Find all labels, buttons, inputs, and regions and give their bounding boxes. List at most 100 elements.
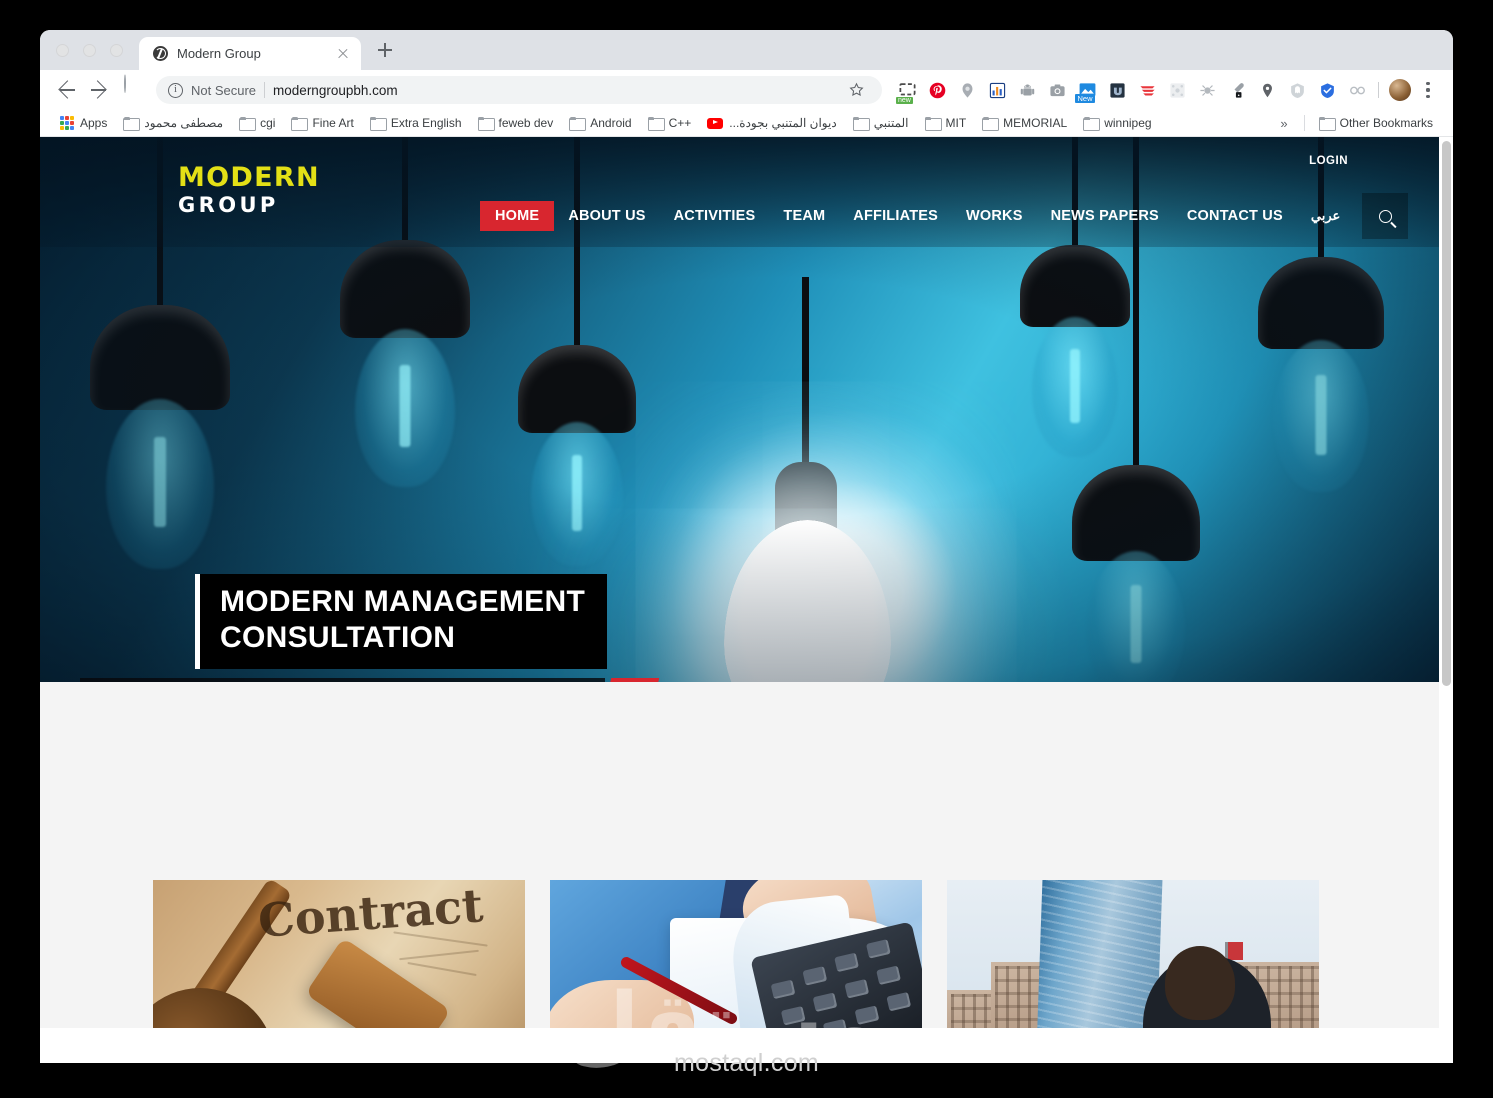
main-navigation: HOME ABOUT US ACTIVITIES TEAM AFFILIATES… (480, 193, 1409, 239)
bookmark-label: المتنبي (873, 116, 909, 130)
folder-icon (1083, 117, 1101, 131)
folder-icon (291, 117, 309, 131)
bookmark-apps[interactable]: Apps (52, 113, 115, 133)
nav-item-news-papers[interactable]: NEWS PAPERS (1037, 201, 1173, 231)
nav-item-contact-us[interactable]: CONTACT US (1173, 201, 1297, 231)
search-button[interactable] (1362, 193, 1409, 239)
bookmark-label: مصطفى محمود (144, 116, 224, 130)
hero-abbrev-bar: M.M.C.C (80, 678, 605, 682)
apps-grid-icon (60, 116, 74, 130)
service-card[interactable]: Accounting & Auditing Management Auditin… (550, 880, 922, 1028)
nav-item-about-us[interactable]: ABOUT US (554, 201, 659, 231)
infinity-icon[interactable] (1342, 75, 1372, 105)
bookmark-label: Extra English (390, 116, 462, 130)
nav-item-team[interactable]: TEAM (769, 201, 839, 231)
bookmark-label: Android (590, 116, 632, 130)
vimeo-icon[interactable] (1102, 75, 1132, 105)
youtube-icon (707, 117, 724, 129)
close-icon[interactable] (335, 46, 351, 62)
nav-item-works[interactable]: WORKS (952, 201, 1037, 231)
bookmark-item[interactable]: Fine Art (283, 113, 361, 133)
logo-line-1: MODERN (178, 162, 320, 193)
back-button[interactable] (52, 75, 82, 105)
other-bookmarks-button[interactable]: Other Bookmarks (1311, 113, 1441, 133)
forward-button[interactable] (84, 75, 114, 105)
maximize-window-button[interactable] (110, 43, 123, 57)
bookmark-item[interactable]: MEMORIAL (974, 113, 1075, 133)
bookmark-label: Apps (80, 116, 108, 130)
close-window-button[interactable] (56, 43, 69, 57)
bookmark-item[interactable]: Android (561, 113, 639, 133)
ghostery-icon[interactable] (1282, 75, 1312, 105)
nav-item-activities[interactable]: ACTIVITIES (660, 201, 770, 231)
analytics-icon[interactable] (982, 75, 1012, 105)
new-window-icon[interactable]: New (1072, 75, 1102, 105)
feedly-icon[interactable] (1132, 75, 1162, 105)
folder-icon (123, 117, 141, 131)
window-controls[interactable] (54, 30, 139, 70)
divider (1303, 115, 1305, 131)
bookmark-item[interactable]: C++ (640, 113, 700, 133)
security-status: Not Secure (191, 82, 257, 98)
bookmark-item[interactable]: مصطفى محمود (115, 113, 231, 133)
page-viewport: MODERN GROUP LOGIN HOME ABOUT US ACTIVIT… (40, 137, 1453, 1028)
bookmarks-bar: Apps مصطفى محمود cgi Fine Art Extra Engl… (40, 110, 1453, 137)
extension-toolbar: new New (892, 75, 1441, 105)
screenshot-root: Modern Group Not Secure moderngroupbh.co… (0, 0, 1493, 1098)
browser-toolbar: Not Secure moderngroupbh.com new (40, 70, 1453, 110)
browser-tab[interactable]: Modern Group (139, 37, 361, 70)
minimize-window-button[interactable] (83, 43, 96, 57)
grid-icon[interactable] (1162, 75, 1192, 105)
reload-button[interactable] (116, 74, 146, 105)
bookmark-item[interactable]: ديوان المتنبي بجودة... (699, 113, 844, 133)
bookmark-item[interactable]: MIT (917, 113, 975, 133)
color-picker-icon[interactable] (1222, 75, 1252, 105)
adblock-icon[interactable] (952, 75, 982, 105)
android-icon[interactable] (1012, 75, 1042, 105)
bookmark-item[interactable]: cgi (231, 113, 283, 133)
nav-item-affiliates[interactable]: AFFILIATES (839, 201, 952, 231)
pinterest-icon[interactable] (922, 75, 952, 105)
site-header: MODERN GROUP LOGIN HOME ABOUT US ACTIVIT… (40, 137, 1453, 247)
info-icon[interactable] (168, 82, 183, 98)
location-pin-icon[interactable] (1252, 75, 1282, 105)
folder-icon (369, 117, 387, 131)
bookmark-item[interactable]: Extra English (362, 113, 470, 133)
address-bar[interactable]: Not Secure moderngroupbh.com (156, 76, 882, 104)
bookmark-label: feweb dev (498, 116, 554, 130)
bookmarks-overflow-button[interactable]: » (1270, 113, 1297, 134)
adguard-shield-icon[interactable] (1312, 75, 1342, 105)
login-link[interactable]: LOGIN (1309, 155, 1348, 167)
logo-line-2: GROUP (178, 193, 279, 217)
globe-icon (153, 46, 168, 61)
service-card[interactable]: Consultancy and Business Administration … (947, 880, 1319, 1028)
nav-item-arabic[interactable]: عربي (1297, 201, 1354, 231)
bookmark-label: Other Bookmarks (1339, 116, 1433, 130)
screenshot-camera-icon[interactable] (1042, 75, 1072, 105)
bookmark-label: C++ (668, 116, 692, 130)
new-tab-button[interactable] (370, 35, 400, 65)
contract-gavel-photo: Contract (153, 880, 525, 1028)
bookmark-label: cgi (260, 116, 276, 130)
service-card[interactable]: Contract Legal Management Experience Pre… (153, 880, 525, 1028)
folder-icon (982, 117, 1000, 131)
bookmark-item[interactable]: winnipeg (1075, 113, 1159, 133)
site-logo[interactable]: MODERN GROUP (178, 164, 320, 216)
folder-icon (647, 117, 665, 131)
services-grid: Contract Legal Management Experience Pre… (153, 880, 1319, 1028)
bookmark-item[interactable]: المتنبي (845, 113, 917, 133)
spider-icon[interactable] (1192, 75, 1222, 105)
page-scrollbar[interactable] (1439, 137, 1453, 1028)
bookmark-star-icon[interactable] (844, 77, 870, 103)
nav-item-home[interactable]: HOME (480, 201, 555, 231)
folder-icon (1318, 117, 1336, 131)
tab-resize-new-icon[interactable]: new (892, 75, 922, 105)
kebab-menu-icon[interactable] (1415, 75, 1441, 105)
tab-title: Modern Group (177, 46, 261, 61)
browser-window: Modern Group Not Secure moderngroupbh.co… (40, 30, 1453, 1063)
bookmark-label: MIT (945, 116, 967, 130)
avatar[interactable] (1385, 75, 1415, 105)
hero-headline-line-1: MODERN MANAGEMENT (220, 585, 586, 618)
bookmark-item[interactable]: feweb dev (470, 113, 562, 133)
divider (1378, 82, 1379, 98)
